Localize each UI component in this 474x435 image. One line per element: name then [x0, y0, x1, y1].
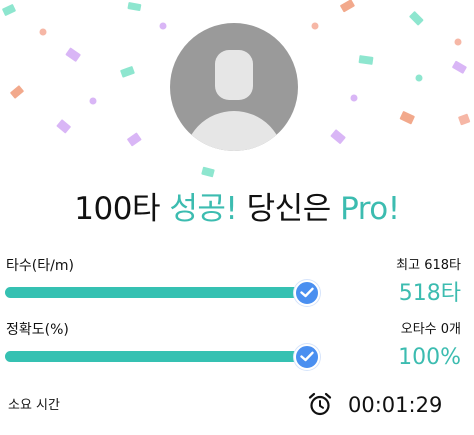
headline-count: 100타	[74, 191, 170, 227]
alarm-clock-icon	[308, 392, 332, 416]
typo-count: 오타수 0개	[400, 322, 461, 337]
speed-check-icon	[294, 280, 320, 306]
best-speed: 최고 618타	[396, 258, 461, 273]
speed-progress-fill	[5, 287, 307, 298]
headline-level: Pro!	[340, 191, 400, 227]
accuracy-value: 100%	[398, 345, 461, 370]
avatar-head	[215, 50, 253, 100]
result-headline: 100타 성공! 당신은 Pro!	[0, 185, 474, 233]
accuracy-label: 정확도(%)	[6, 322, 69, 338]
speed-progress-bar	[5, 287, 307, 298]
user-avatar-icon	[170, 23, 298, 151]
accuracy-progress-fill	[5, 351, 307, 362]
headline-you-are: 당신은	[237, 191, 341, 227]
headline-success: 성공!	[169, 191, 238, 227]
elapsed-time-value: 00:01:29	[348, 393, 443, 417]
accuracy-check-icon	[294, 344, 320, 370]
avatar-shoulders	[184, 111, 284, 151]
speed-label: 타수(타/m)	[6, 258, 74, 274]
speed-value: 518타	[398, 281, 461, 306]
accuracy-progress-bar	[5, 351, 307, 362]
elapsed-time-label: 소요 시간	[8, 398, 60, 413]
